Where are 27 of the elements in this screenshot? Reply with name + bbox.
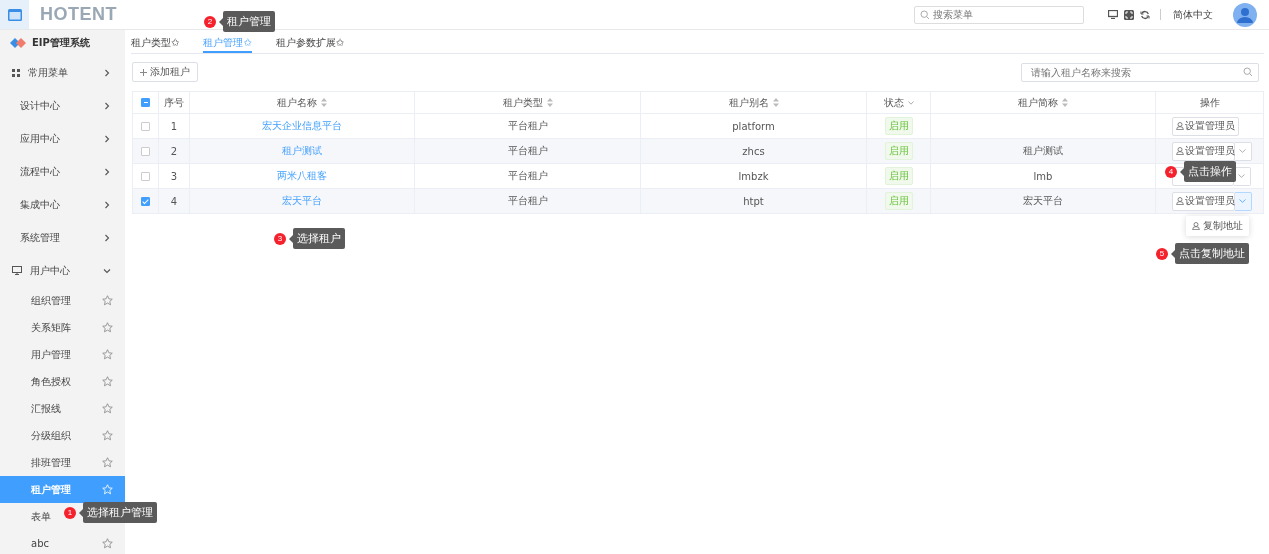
status-tag: 启用	[884, 117, 913, 135]
step-number-badge: 3	[274, 232, 286, 245]
table-cell: htpt	[743, 195, 764, 207]
table-cell: 4	[170, 195, 178, 207]
status-tag: 启用	[884, 167, 913, 185]
column-header: 操作	[1198, 95, 1221, 110]
step-number-badge: 4	[1165, 165, 1177, 178]
status-tag: 启用	[884, 142, 913, 160]
table-cell: 平台租户	[507, 119, 548, 133]
table-cell: zhcs	[742, 145, 765, 157]
system-title: EIP管理系统	[32, 36, 90, 50]
table-cell: platform	[732, 120, 775, 132]
step-number-badge: 2	[204, 15, 216, 28]
table-cell: 平台租户	[507, 194, 548, 208]
column-header: 序号	[159, 92, 190, 113]
logo: HOTENT	[40, 4, 117, 25]
table-cell: lmb	[1033, 170, 1053, 182]
table-cell: 2	[170, 145, 178, 157]
table-cell: 租户测试	[1023, 144, 1063, 158]
table-cell: 平台租户	[507, 169, 548, 183]
table-cell: 1	[170, 120, 178, 132]
step-number-badge: 5	[1156, 247, 1168, 260]
table-cell: lmbzk	[738, 170, 769, 182]
table-cell: 平台租户	[507, 144, 548, 158]
table-cell: 宏天平台	[1023, 194, 1063, 208]
table-cell: 3	[170, 170, 178, 182]
status-tag: 启用	[884, 192, 913, 210]
